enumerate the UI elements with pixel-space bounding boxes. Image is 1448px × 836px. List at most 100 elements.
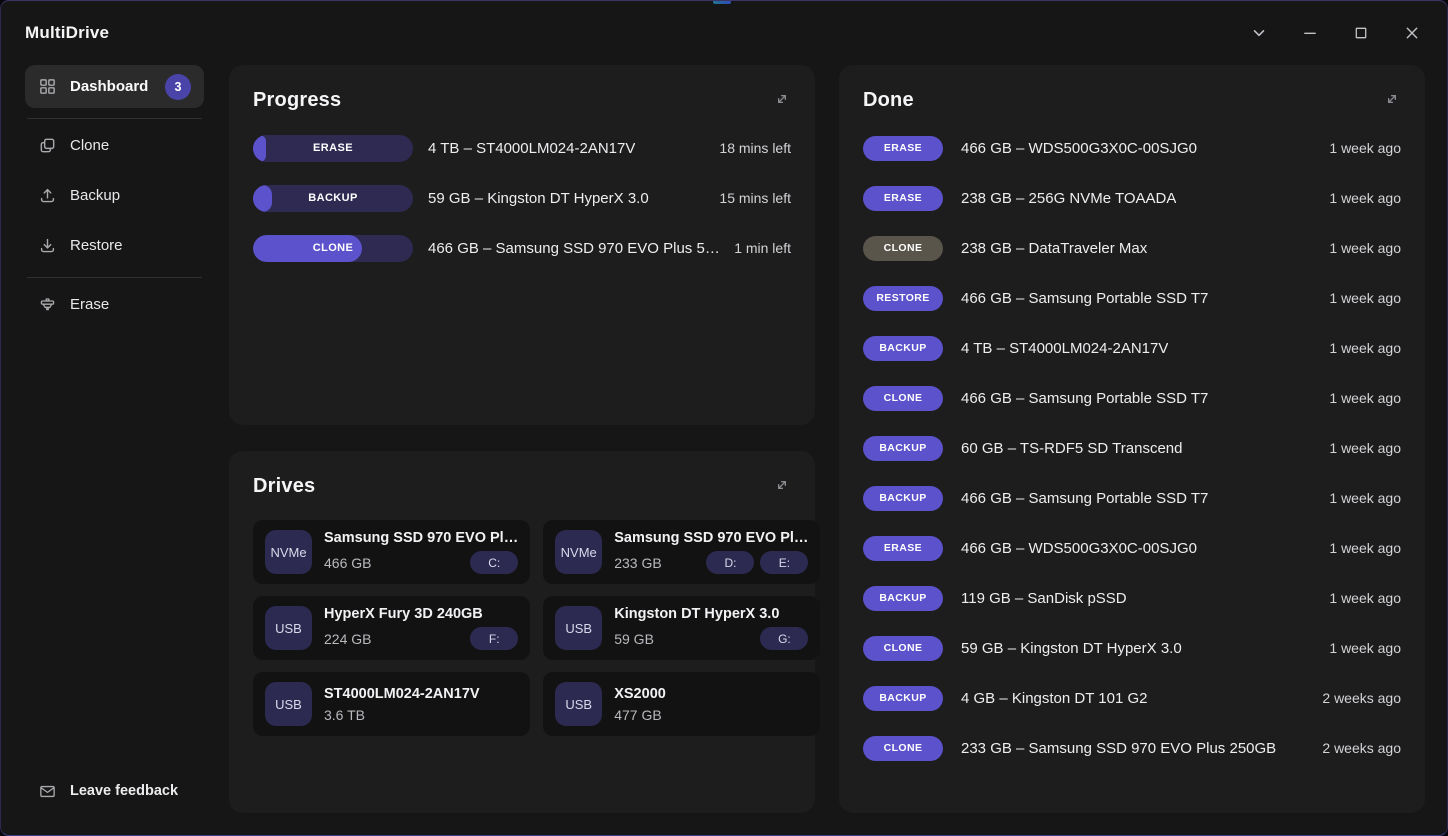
- device-label: 59 GB – Kingston DT HyperX 3.0: [961, 640, 1182, 657]
- device-label: 466 GB – Samsung SSD 970 EVO Plus 500GB: [428, 240, 722, 257]
- progress-panel-header: Progress: [253, 87, 791, 113]
- drive-card[interactable]: NVMe Samsung SSD 970 EVO Pl… 233 GB D:E:: [543, 520, 820, 584]
- sidebar-item-label: Restore: [70, 237, 123, 254]
- leave-feedback-button[interactable]: Leave feedback: [25, 771, 204, 811]
- done-list: ERASE 466 GB – WDS500G3X0C-00SJG0 1 week…: [863, 123, 1401, 773]
- drive-letters: G:: [760, 627, 808, 650]
- drive-letter-pill: G:: [760, 627, 808, 650]
- sidebar-item-label: Erase: [70, 296, 109, 313]
- device-label: 466 GB – WDS500G3X0C-00SJG0: [961, 140, 1197, 157]
- device-label: 233 GB – Samsung SSD 970 EVO Plus 250GB: [961, 740, 1276, 757]
- drive-name: Kingston DT HyperX 3.0: [614, 606, 808, 622]
- action-pill: ERASE: [863, 536, 943, 561]
- progress-list: ERASE 4 TB – ST4000LM024-2AN17V 18 mins …: [253, 123, 791, 273]
- sidebar: Dashboard 3 Clone Backup Restore Erase L…: [25, 65, 204, 811]
- sidebar-item-clone[interactable]: Clone: [25, 124, 204, 167]
- progress-bar: BACKUP: [253, 185, 413, 212]
- progress-action-label: BACKUP: [253, 185, 413, 212]
- drive-card[interactable]: USB ST4000LM024-2AN17V 3.6 TB: [253, 672, 530, 736]
- maximize-icon: [1351, 23, 1371, 43]
- drive-name: HyperX Fury 3D 240GB: [324, 606, 518, 622]
- sidebar-item-restore[interactable]: Restore: [25, 224, 204, 267]
- drive-letters: D:E:: [706, 551, 808, 574]
- drive-card[interactable]: NVMe Samsung SSD 970 EVO Pl… 466 GB C:: [253, 520, 530, 584]
- action-pill: ERASE: [863, 136, 943, 161]
- done-row: RESTORE 466 GB – Samsung Portable SSD T7…: [863, 273, 1401, 323]
- restore-icon: [38, 236, 57, 255]
- clone-icon: [38, 136, 57, 155]
- drive-size: 224 GB: [324, 631, 371, 647]
- action-pill: BACKUP: [863, 686, 943, 711]
- completed-time-label: 1 week ago: [1317, 440, 1401, 456]
- action-pill: CLONE: [863, 636, 943, 661]
- action-pill: BACKUP: [863, 436, 943, 461]
- done-row: CLONE 238 GB – DataTraveler Max 1 week a…: [863, 223, 1401, 273]
- leave-feedback-label: Leave feedback: [70, 783, 178, 799]
- progress-expand-button[interactable]: [773, 90, 791, 108]
- completed-time-label: 2 weeks ago: [1310, 690, 1401, 706]
- minimize-button[interactable]: [1299, 22, 1321, 44]
- completed-time-label: 1 week ago: [1317, 140, 1401, 156]
- collapse-button[interactable]: [1248, 22, 1270, 44]
- progress-bar: CLONE: [253, 235, 413, 262]
- drive-info: Kingston DT HyperX 3.0 59 GB G:: [614, 606, 808, 650]
- drives-expand-button[interactable]: [773, 476, 791, 494]
- completed-time-label: 1 week ago: [1317, 340, 1401, 356]
- device-label: 60 GB – TS-RDF5 SD Transcend: [961, 440, 1182, 457]
- completed-time-label: 1 week ago: [1317, 540, 1401, 556]
- maximize-button[interactable]: [1350, 22, 1372, 44]
- done-row: BACKUP 466 GB – Samsung Portable SSD T7 …: [863, 473, 1401, 523]
- done-row: CLONE 59 GB – Kingston DT HyperX 3.0 1 w…: [863, 623, 1401, 673]
- device-label: 238 GB – 256G NVMe TOAADA: [961, 190, 1176, 207]
- drive-size: 477 GB: [614, 707, 661, 723]
- completed-time-label: 1 week ago: [1317, 590, 1401, 606]
- drive-card[interactable]: USB HyperX Fury 3D 240GB 224 GB F:: [253, 596, 530, 660]
- drive-info: Samsung SSD 970 EVO Pl… 466 GB C:: [324, 530, 518, 574]
- drive-info: HyperX Fury 3D 240GB 224 GB F:: [324, 606, 518, 650]
- expand-icon: [773, 90, 791, 108]
- sidebar-item-erase[interactable]: Erase: [25, 283, 204, 326]
- drives-panel-title: Drives: [253, 473, 315, 499]
- completed-time-label: 1 week ago: [1317, 240, 1401, 256]
- progress-row: ERASE 4 TB – ST4000LM024-2AN17V 18 mins …: [253, 123, 791, 173]
- drives-panel-header: Drives: [253, 473, 791, 499]
- drive-card[interactable]: USB XS2000 477 GB: [543, 672, 820, 736]
- completed-time-label: 1 week ago: [1317, 290, 1401, 306]
- device-label: 4 GB – Kingston DT 101 G2: [961, 690, 1148, 707]
- sidebar-item-label: Backup: [70, 187, 120, 204]
- drive-letter-pill: C:: [470, 551, 518, 574]
- drive-type-badge: NVMe: [265, 530, 312, 574]
- done-row: BACKUP 4 TB – ST4000LM024-2AN17V 1 week …: [863, 323, 1401, 373]
- completed-time-label: 1 week ago: [1317, 190, 1401, 206]
- drive-info: XS2000 477 GB: [614, 686, 808, 723]
- drive-letters: C:: [470, 551, 518, 574]
- done-expand-button[interactable]: [1383, 90, 1401, 108]
- done-panel: Done ERASE 466 GB – WDS500G3X0C-00SJG0 1…: [839, 65, 1425, 813]
- sidebar-item-label: Clone: [70, 137, 109, 154]
- action-pill: ERASE: [863, 186, 943, 211]
- sidebar-item-dashboard[interactable]: Dashboard 3: [25, 65, 204, 108]
- device-label: 4 TB – ST4000LM024-2AN17V: [428, 140, 635, 157]
- drive-type-badge: USB: [555, 682, 602, 726]
- device-label: 119 GB – SanDisk pSSD: [961, 590, 1127, 607]
- drive-card[interactable]: USB Kingston DT HyperX 3.0 59 GB G:: [543, 596, 820, 660]
- sidebar-nav-list: Dashboard 3 Clone Backup Restore Erase: [25, 65, 204, 333]
- drive-letters: F:: [470, 627, 518, 650]
- done-row: BACKUP 4 GB – Kingston DT 101 G2 2 weeks…: [863, 673, 1401, 723]
- drive-name: XS2000: [614, 686, 808, 702]
- drive-size: 466 GB: [324, 555, 371, 571]
- done-row: CLONE 466 GB – Samsung Portable SSD T7 1…: [863, 373, 1401, 423]
- device-label: 466 GB – Samsung Portable SSD T7: [961, 290, 1208, 307]
- sidebar-item-backup[interactable]: Backup: [25, 174, 204, 217]
- expand-icon: [773, 476, 791, 494]
- app-window: MultiDrive Dashboard 3 Clone Backup Rest…: [0, 0, 1448, 836]
- done-row: ERASE 466 GB – WDS500G3X0C-00SJG0 1 week…: [863, 123, 1401, 173]
- drive-letter-pill: E:: [760, 551, 808, 574]
- device-label: 4 TB – ST4000LM024-2AN17V: [961, 340, 1168, 357]
- drive-type-badge: USB: [265, 682, 312, 726]
- erase-icon: [38, 295, 57, 314]
- close-button[interactable]: [1401, 22, 1423, 44]
- done-row: BACKUP 119 GB – SanDisk pSSD 1 week ago: [863, 573, 1401, 623]
- dashboard-icon: [38, 77, 57, 96]
- drive-info: ST4000LM024-2AN17V 3.6 TB: [324, 686, 518, 723]
